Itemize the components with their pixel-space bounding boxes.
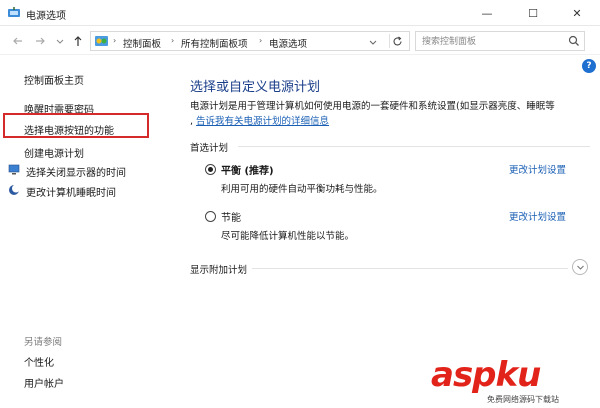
power-plan-info-link[interactable]: , 告诉我有关电源计划的详细信息 xyxy=(190,113,329,127)
window-title: 电源选项 xyxy=(26,11,66,22)
breadcrumb-separator-icon: › xyxy=(171,36,175,45)
breadcrumb-separator-icon: › xyxy=(259,36,263,45)
plan-power-saver-desc: 尽可能降低计算机性能以节能。 xyxy=(221,231,355,242)
watermark-logo: aspku 免费网络源码下载站 xyxy=(425,353,600,408)
section-divider xyxy=(252,268,568,269)
back-button[interactable] xyxy=(10,33,26,49)
address-bar: › 控制面板 › 所有控制面板项 › 电源选项 xyxy=(0,27,600,55)
expand-additional-plans-button[interactable] xyxy=(572,259,588,275)
sidebar-item-display-off[interactable]: 选择关闭显示器的时间 xyxy=(26,164,126,179)
up-button[interactable] xyxy=(70,33,86,49)
sidebar-item-create-plan[interactable]: 创建电源计划 xyxy=(24,145,84,160)
search-field[interactable] xyxy=(415,31,585,51)
plan-balanced-desc: 利用可用的硬件自动平衡功耗与性能。 xyxy=(221,184,383,195)
power-options-icon xyxy=(8,7,20,17)
watermark-subtitle: 免费网络源码下载站 xyxy=(487,394,559,405)
search-icon[interactable] xyxy=(568,35,580,47)
history-dropdown[interactable] xyxy=(52,33,68,49)
see-also-heading: 另请参阅 xyxy=(24,337,63,348)
chevron-down-icon xyxy=(576,265,584,270)
see-also-personalization[interactable]: 个性化 xyxy=(24,354,54,369)
highlight-annotation xyxy=(3,113,149,138)
left-navigation-pane: 控制面板主页 唤醒时需要密码 选择电源按钮的功能 创建电源计划 选择关闭显示器的… xyxy=(0,56,178,408)
chevron-down-icon[interactable] xyxy=(369,38,377,46)
plan-power-saver-change-settings[interactable]: 更改计划设置 xyxy=(509,209,566,223)
close-icon: ✕ xyxy=(572,6,582,20)
arrow-up-icon xyxy=(74,36,82,46)
page-description: 电源计划是用于管理计算机如何使用电源的一套硬件和系统设置(如显示器亮度、睡眠等 xyxy=(190,101,555,112)
minimize-button[interactable]: — xyxy=(464,0,510,26)
close-button[interactable]: ✕ xyxy=(554,0,600,26)
address-field[interactable]: › 控制面板 › 所有控制面板项 › 电源选项 xyxy=(90,31,410,51)
search-input[interactable] xyxy=(422,35,562,48)
plan-balanced-radio[interactable] xyxy=(205,164,216,175)
minimize-icon: — xyxy=(481,6,493,20)
title-bar: 电源选项 — ☐ ✕ xyxy=(0,0,600,26)
section-divider xyxy=(238,146,590,147)
sidebar-item-control-panel-home[interactable]: 控制面板主页 xyxy=(24,72,84,87)
plan-power-saver-radio[interactable] xyxy=(205,211,216,222)
refresh-icon xyxy=(393,36,402,45)
arrow-right-icon xyxy=(36,37,45,45)
refresh-button[interactable] xyxy=(389,34,405,48)
help-icon[interactable]: ? xyxy=(582,59,596,73)
control-panel-icon xyxy=(95,36,108,46)
power-plan-info-text[interactable]: 告诉我有关电源计划的详细信息 xyxy=(196,116,329,127)
moon-icon xyxy=(9,184,20,195)
forward-button[interactable] xyxy=(32,33,48,49)
see-also-user-accounts[interactable]: 用户帐户 xyxy=(24,375,64,390)
monitor-icon xyxy=(8,164,20,175)
chevron-down-icon xyxy=(56,39,64,44)
preferred-plans-heading: 首选计划 xyxy=(190,143,229,154)
plan-balanced-name[interactable]: 平衡 (推荐) xyxy=(221,162,274,177)
maximize-button[interactable]: ☐ xyxy=(510,0,556,26)
breadcrumb-all-items[interactable]: 所有控制面板项 xyxy=(181,36,248,50)
arrow-left-icon xyxy=(13,37,22,45)
additional-plans-heading[interactable]: 显示附加计划 xyxy=(190,262,247,276)
sidebar-item-sleep-time[interactable]: 更改计算机睡眠时间 xyxy=(26,184,116,199)
page-title: 选择或自定义电源计划 xyxy=(190,80,321,95)
watermark-text: aspku xyxy=(431,355,541,395)
plan-balanced-change-settings[interactable]: 更改计划设置 xyxy=(509,162,566,176)
maximize-icon: ☐ xyxy=(528,6,538,20)
breadcrumb-power-options[interactable]: 电源选项 xyxy=(269,36,307,50)
breadcrumb-separator-icon: › xyxy=(113,36,117,45)
plan-power-saver-name[interactable]: 节能 xyxy=(221,209,241,224)
breadcrumb-control-panel[interactable]: 控制面板 xyxy=(123,36,161,50)
